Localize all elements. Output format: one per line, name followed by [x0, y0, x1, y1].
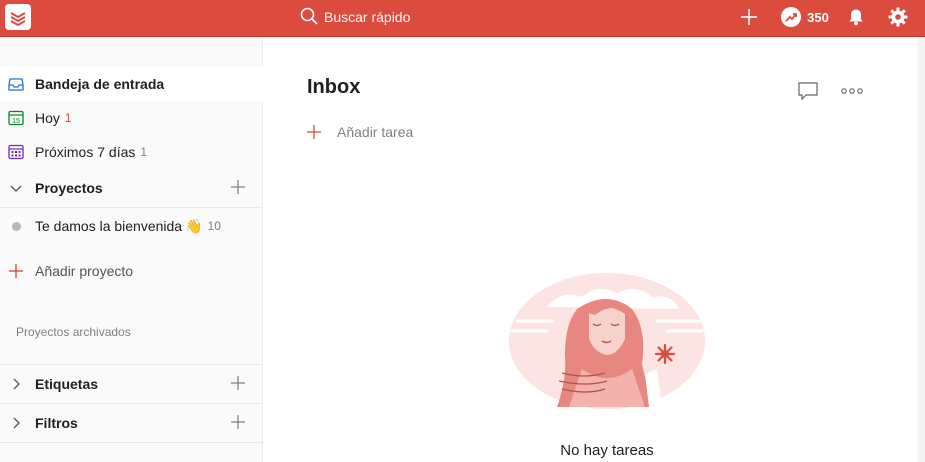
sidebar-item-label: Próximos 7 días: [35, 144, 136, 160]
labels-section-header[interactable]: Etiquetas: [0, 365, 263, 403]
scrollbar[interactable]: [918, 37, 925, 462]
plus-icon: [307, 125, 321, 139]
gear-icon[interactable]: [887, 5, 909, 29]
filters-section-header[interactable]: Filtros: [0, 404, 263, 442]
karma-points: 350: [807, 9, 829, 25]
todoist-logo-icon[interactable]: [5, 4, 31, 30]
filters-heading: Filtros: [35, 415, 78, 431]
comment-icon[interactable]: [797, 81, 819, 101]
page-title: Inbox: [307, 76, 361, 98]
labels-heading: Etiquetas: [35, 376, 99, 392]
add-task-label: Añadir tarea: [337, 124, 414, 140]
add-project-button[interactable]: Añadir proyecto: [0, 254, 263, 288]
divider: [0, 442, 263, 443]
sidebar-item-next-7-days[interactable]: Próximos 7 días 1: [0, 135, 263, 169]
chevron-right-icon: [8, 417, 24, 429]
add-label-plus-icon[interactable]: [231, 376, 245, 393]
more-options-icon[interactable]: [840, 81, 864, 101]
add-project-label: Añadir proyecto: [35, 263, 134, 279]
archived-projects-link[interactable]: Proyectos archivados: [16, 325, 131, 339]
empty-state-illustration: [507, 269, 707, 409]
quick-search[interactable]: Buscar rápido: [300, 5, 600, 29]
add-icon[interactable]: [738, 5, 760, 29]
inbox-icon: [8, 76, 24, 92]
divider: [0, 207, 263, 208]
search-placeholder: Buscar rápido: [324, 9, 411, 25]
plus-icon: [8, 263, 24, 279]
add-task-button[interactable]: Añadir tarea: [307, 122, 413, 142]
main-content: Inbox Añadir tarea No hay tareas: [264, 37, 918, 462]
projects-heading: Proyectos: [35, 180, 103, 196]
empty-state-text: No hay tareas: [560, 442, 654, 459]
add-project-plus-icon[interactable]: [231, 180, 245, 197]
sidebar-item-today[interactable]: 15 Hoy 1: [0, 101, 263, 135]
svg-text:15: 15: [12, 118, 20, 125]
chevron-down-icon: [8, 182, 24, 194]
project-color-dot: [8, 218, 24, 234]
project-count: 10: [207, 219, 221, 233]
calendar-week-icon: [8, 144, 24, 160]
search-icon: [300, 7, 318, 28]
karma-button[interactable]: 350: [780, 5, 830, 29]
calendar-today-icon: 15: [8, 110, 24, 126]
add-filter-plus-icon[interactable]: [231, 415, 245, 432]
projects-section-header[interactable]: Proyectos: [0, 169, 263, 207]
sidebar-item-count: 1: [140, 145, 148, 159]
sidebar-item-count: 1: [64, 111, 72, 125]
sidebar: Bandeja de entrada 15 Hoy 1 Próximos 7 d…: [0, 37, 263, 462]
karma-trend-icon: [781, 7, 802, 27]
sidebar-item-label: Bandeja de entrada: [35, 76, 165, 92]
chevron-right-icon: [8, 378, 24, 390]
project-label: Te damos la bienvenida: [35, 218, 183, 234]
waving-hand-emoji: 👋: [185, 217, 203, 234]
sidebar-item-label: Hoy: [35, 110, 60, 126]
top-bar: Buscar rápido 350: [0, 0, 925, 37]
sidebar-item-inbox[interactable]: Bandeja de entrada: [0, 67, 263, 101]
project-item-welcome[interactable]: Te damos la bienvenida 👋 10: [0, 209, 263, 243]
bell-icon[interactable]: [845, 5, 867, 29]
